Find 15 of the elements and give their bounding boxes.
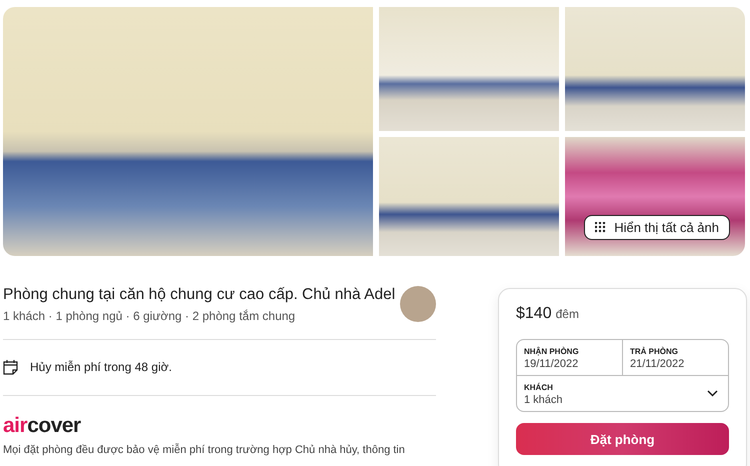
reserve-button[interactable]: Đặt phòng xyxy=(516,423,729,455)
calendar-icon xyxy=(3,359,18,375)
listing-title: Phòng chung tại căn hộ chung cư cao cấp. Chủ nhà Adel xyxy=(3,286,396,304)
aircover-logo: aircover xyxy=(3,414,82,438)
show-all-photos-button[interactable]: Hiển thị tất cả ảnh xyxy=(584,215,730,240)
guests-field[interactable]: KHÁCH 1 khách xyxy=(517,375,728,411)
listing-details: 1 khách · 1 phòng ngủ · 6 giường · 2 phòng tắm chung xyxy=(3,309,296,323)
chevron-down-icon xyxy=(707,390,718,397)
cancellation-text: Hủy miễn phí trong 48 giờ. xyxy=(30,360,172,374)
aircover-description: Mọi đặt phòng đều được bảo vệ miễn phí trong trường hợp Chủ nhà hủy, thông tin xyxy=(3,444,406,457)
price: $140 xyxy=(516,305,552,323)
check-in-field[interactable]: NHẬN PHÒNG 19/11/2022 xyxy=(517,340,622,375)
grid-icon xyxy=(595,222,606,233)
price-unit: đêm xyxy=(556,307,579,321)
check-out-field[interactable]: TRẢ PHÒNG 21/11/2022 xyxy=(622,340,728,375)
